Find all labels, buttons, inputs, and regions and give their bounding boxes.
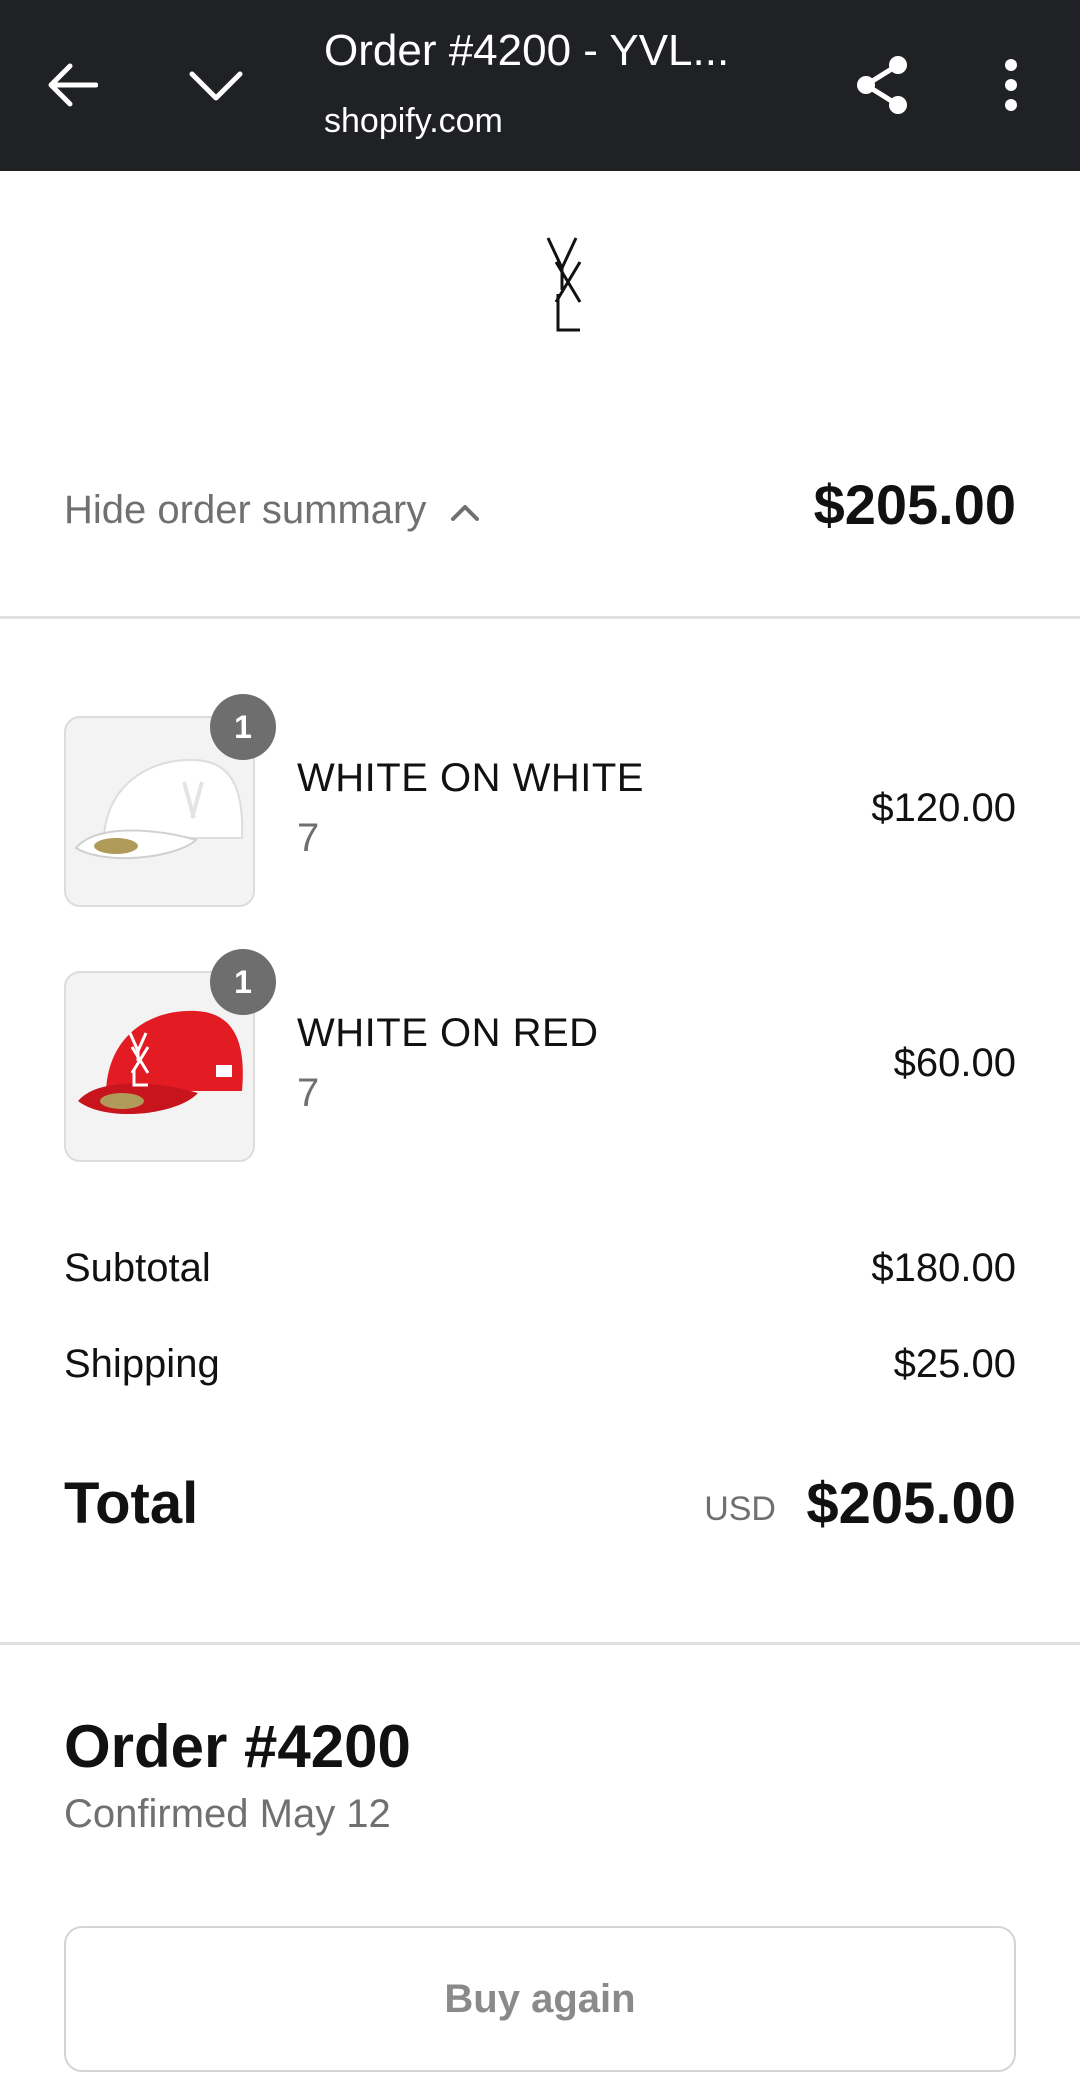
- summary-total: $205.00: [813, 473, 1016, 536]
- line-item: 1 WHITE ON RED 7 $60.00: [64, 949, 1016, 1163]
- item-variant: 7: [297, 1071, 320, 1115]
- more-vert-icon[interactable]: [975, 45, 1047, 125]
- back-arrow-icon[interactable]: [36, 45, 108, 125]
- item-name: WHITE ON RED: [297, 1011, 599, 1055]
- page-url[interactable]: shopify.com: [324, 102, 503, 141]
- total-value: $205.00: [806, 1471, 1016, 1536]
- divider: [0, 1642, 1080, 1645]
- shipping-label: Shipping: [64, 1342, 220, 1386]
- order-status: Confirmed May 12: [64, 1792, 391, 1836]
- buy-again-button[interactable]: Buy again: [64, 1926, 1016, 2072]
- hide-order-summary-toggle[interactable]: Hide order summary: [64, 480, 480, 540]
- subtotal-value: $180.00: [871, 1246, 1016, 1290]
- subtotal-label: Subtotal: [64, 1246, 211, 1290]
- chevron-up-icon: [450, 488, 480, 533]
- store-logo[interactable]: [540, 232, 590, 342]
- quantity-badge: 1: [210, 694, 276, 760]
- shipping-value: $25.00: [893, 1342, 1016, 1386]
- divider: [0, 616, 1080, 619]
- item-price: $120.00: [871, 786, 1016, 830]
- line-item: 1 WHITE ON WHITE 7 $120.00: [64, 694, 1016, 908]
- share-icon[interactable]: [846, 45, 918, 125]
- browser-top-bar: Order #4200 - YVL... shopify.com: [0, 0, 1080, 171]
- currency-code: USD: [704, 1490, 776, 1528]
- chevron-down-icon[interactable]: [180, 45, 252, 125]
- summary-toggle-label: Hide order summary: [64, 487, 427, 532]
- page-title[interactable]: Order #4200 - YVL...: [324, 26, 794, 76]
- item-name: WHITE ON WHITE: [297, 756, 644, 800]
- item-price: $60.00: [893, 1041, 1016, 1085]
- order-number-heading: Order #4200: [64, 1713, 411, 1780]
- total-label: Total: [64, 1471, 199, 1536]
- quantity-badge: 1: [210, 949, 276, 1015]
- item-variant: 7: [297, 816, 320, 860]
